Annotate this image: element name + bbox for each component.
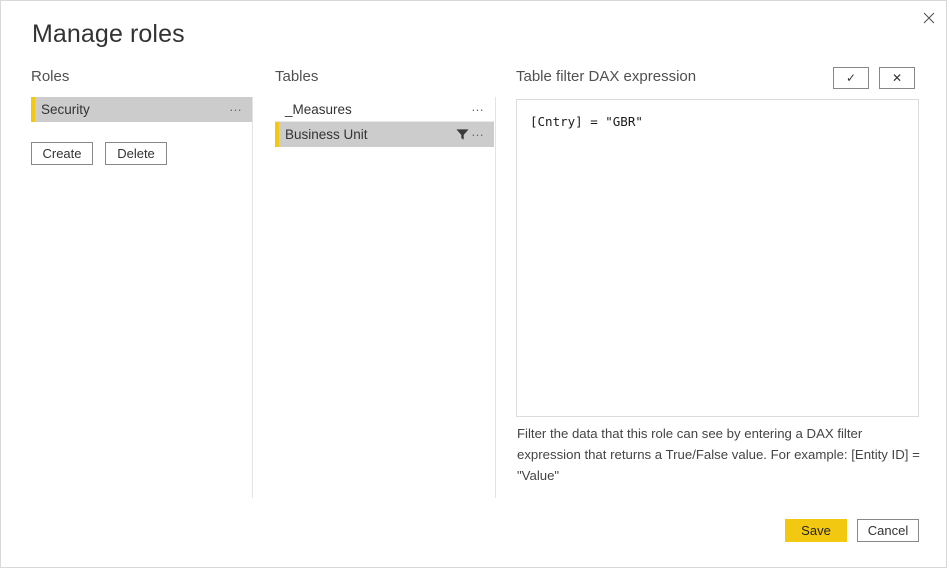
selection-accent-bar (31, 97, 35, 122)
filter-funnel-icon (455, 127, 471, 142)
selection-accent-bar (275, 97, 279, 121)
dax-action-buttons: ✓ ✕ (833, 67, 915, 89)
page-title: Manage roles (32, 20, 185, 48)
revert-expression-button[interactable]: ✕ (879, 67, 915, 89)
tables-list: _Measures … Business Unit … (275, 97, 494, 147)
close-icon (923, 12, 935, 24)
roles-actions: Create Delete (31, 142, 167, 165)
accept-expression-button[interactable]: ✓ (833, 67, 869, 89)
role-item-menu-icon[interactable]: … (229, 100, 252, 115)
manage-roles-dialog: Manage roles Roles Tables Table filter D… (0, 0, 947, 568)
dax-expression-editor[interactable]: [Cntry] = "GBR" (516, 99, 919, 417)
tables-heading: Tables (275, 68, 319, 85)
dax-heading: Table filter DAX expression (516, 68, 697, 85)
close-button[interactable] (908, 1, 946, 35)
table-list-item-business-unit[interactable]: Business Unit … (275, 122, 494, 147)
cancel-button[interactable]: Cancel (857, 519, 919, 542)
roles-list: Security … (31, 97, 252, 122)
table-item-menu-icon[interactable]: … (471, 125, 494, 140)
selection-accent-bar (275, 122, 279, 147)
check-icon: ✓ (845, 71, 857, 85)
delete-button[interactable]: Delete (105, 142, 167, 165)
role-list-item[interactable]: Security … (31, 97, 252, 122)
dax-help-text: Filter the data that this role can see b… (517, 426, 920, 483)
create-button[interactable]: Create (31, 142, 93, 165)
divider-roles-tables (252, 97, 253, 498)
dialog-footer: Save Cancel (1, 519, 946, 543)
dax-expression-input[interactable]: [Cntry] = "GBR" (517, 100, 918, 403)
table-item-menu-icon[interactable]: … (471, 100, 494, 115)
save-button[interactable]: Save (785, 519, 847, 542)
table-item-label: Business Unit (285, 127, 368, 142)
close-small-icon: ✕ (891, 71, 903, 85)
roles-heading: Roles (31, 68, 70, 85)
role-item-label: Security (41, 102, 90, 117)
divider-tables-dax (495, 97, 496, 498)
table-list-item-measures[interactable]: _Measures … (275, 97, 494, 122)
table-item-label: _Measures (285, 101, 352, 117)
